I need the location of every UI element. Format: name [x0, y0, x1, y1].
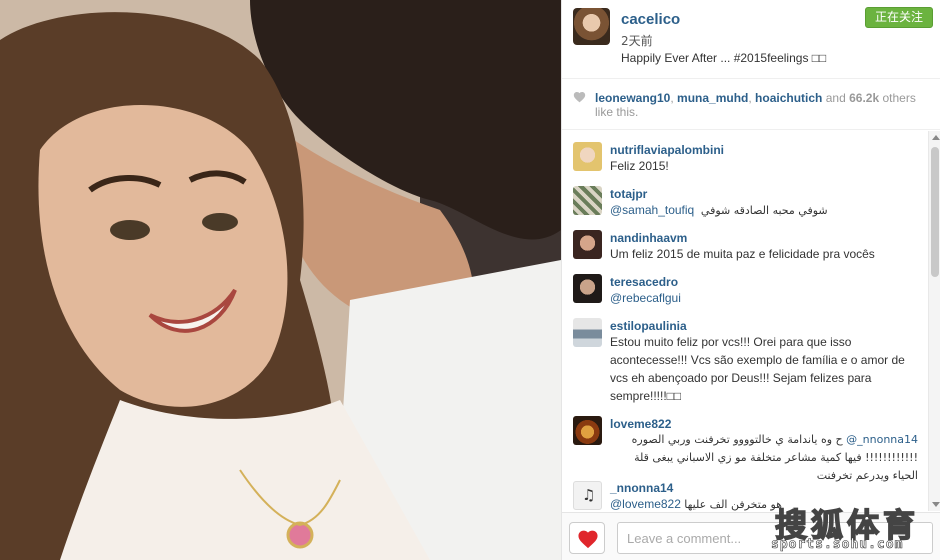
comment-input[interactable] — [617, 522, 933, 554]
list-item: nandinhaavm Um feliz 2015 de muita paz e… — [562, 229, 929, 273]
comment-text: @samah_toufiq شوفي محبه الصادقه شوفي — [610, 201, 918, 220]
avatar[interactable] — [573, 230, 602, 259]
comment-mention[interactable]: @samah_toufiq — [610, 203, 694, 217]
list-item: nutriflaviapalombini Feliz 2015! — [562, 141, 929, 185]
comment-list: nutriflaviapalombini Feliz 2015! totajpr… — [562, 131, 929, 511]
comment-mention[interactable]: @loveme822 — [610, 497, 681, 511]
likes-text: leonewang10, muna_muhd, hoaichutich and … — [595, 91, 916, 119]
like-user-1[interactable]: leonewang10 — [595, 91, 670, 105]
music-note-icon: ♫ — [582, 486, 596, 504]
following-button[interactable]: 正在关注 — [865, 7, 933, 28]
comment-footer — [562, 512, 940, 560]
comment-mention[interactable]: @_nnonna14 — [846, 433, 918, 446]
comment-username[interactable]: nutriflaviapalombini — [610, 143, 724, 157]
comment-username[interactable]: totajpr — [610, 187, 647, 201]
list-item: teresacedro @rebecaflgui — [562, 273, 929, 317]
post-sidebar: cacelico 2天前 Happily Ever After ... #201… — [561, 0, 940, 560]
avatar[interactable] — [573, 142, 602, 171]
avatar[interactable] — [573, 274, 602, 303]
comment-username[interactable]: nandinhaavm — [610, 231, 687, 245]
post-username[interactable]: cacelico — [621, 11, 680, 28]
comment-username[interactable]: _nnonna14 — [610, 481, 673, 495]
comment-text: @loveme822 هو متخرفن الف عليها — [610, 495, 918, 511]
like-button[interactable] — [569, 522, 605, 554]
comment-username[interactable]: estilopaulinia — [610, 319, 687, 333]
list-item: ♫ _nnonna14 @loveme822 هو متخرفن الف علي… — [562, 479, 929, 511]
comment-text: Estou muito feliz por vcs!!! Orei para q… — [610, 335, 905, 403]
avatar[interactable] — [573, 186, 602, 215]
comment-body: شوفي محبه الصادقه شوفي — [700, 204, 828, 217]
comment-username[interactable]: loveme822 — [610, 417, 671, 431]
scroll-up-arrow-icon[interactable] — [932, 135, 940, 140]
like-user-3[interactable]: hoaichutich — [755, 91, 822, 105]
scroll-thumb[interactable] — [931, 147, 939, 277]
heart-icon — [573, 92, 586, 103]
list-item: totajpr @samah_toufiq شوفي محبه الصادقه … — [562, 185, 929, 229]
comments-scrollbar[interactable] — [928, 131, 940, 511]
comment-body: هو متخرفن الف عليها — [684, 498, 782, 511]
scroll-down-arrow-icon[interactable] — [932, 502, 940, 507]
avatar[interactable] — [573, 416, 602, 445]
likes-count[interactable]: 66.2k — [849, 91, 879, 105]
list-item: loveme822 @_nnonna14 ح وه ياندامة ي خالت… — [562, 415, 929, 482]
comment-text: @rebecaflgui — [610, 289, 918, 307]
couple-photo — [0, 0, 561, 560]
likes-section: leonewang10, muna_muhd, hoaichutich and … — [562, 80, 940, 130]
avatar[interactable] — [573, 8, 610, 45]
avatar[interactable] — [573, 318, 602, 347]
like-user-2[interactable]: muna_muhd — [677, 91, 748, 105]
post-photo[interactable] — [0, 0, 561, 560]
comment-text: @_nnonna14 ح وه ياندامة ي خالتوووو تخرفن… — [610, 431, 918, 485]
comment-mention[interactable]: @rebecaflgui — [610, 291, 681, 305]
heart-icon — [578, 530, 598, 549]
list-item: estilopaulinia Estou muito feliz por vcs… — [562, 317, 929, 413]
likes-and: and — [825, 91, 846, 105]
comment-text: Um feliz 2015 de muita paz e felicidade … — [610, 247, 875, 261]
comment-username[interactable]: teresacedro — [610, 275, 678, 289]
avatar[interactable]: ♫ — [573, 481, 602, 510]
post-caption: Happily Ever After ... #2015feelings □□ — [621, 51, 827, 65]
post-header: cacelico 2天前 Happily Ever After ... #201… — [562, 0, 940, 79]
comment-text: Feliz 2015! — [610, 159, 669, 173]
post-time: 2天前 — [621, 34, 653, 48]
